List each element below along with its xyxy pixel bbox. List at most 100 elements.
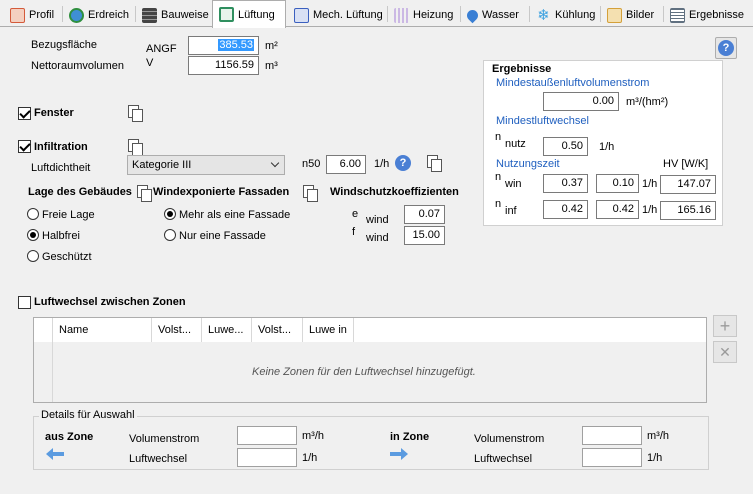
column-header-name[interactable]: Name bbox=[53, 318, 152, 342]
volumen-unit: m³ bbox=[265, 60, 278, 72]
fenster-checkbox[interactable] bbox=[18, 107, 31, 120]
tab-label: Mech. Lüftung bbox=[313, 9, 383, 21]
n-win-symbol: n bbox=[495, 171, 502, 183]
fan-unit-icon bbox=[294, 7, 309, 23]
copy-icon[interactable] bbox=[128, 139, 143, 156]
radio-mehr-als-eine-fassade[interactable] bbox=[164, 208, 176, 220]
image-icon bbox=[607, 7, 622, 23]
e-wind-input[interactable]: 0.07 bbox=[404, 205, 445, 224]
row-header-column bbox=[34, 318, 53, 342]
copy-icon[interactable] bbox=[137, 185, 152, 202]
bezugsflaeche-input[interactable]: 385.53 bbox=[188, 36, 259, 55]
in-zone-label: in Zone bbox=[390, 431, 430, 443]
chevron-down-icon bbox=[270, 158, 280, 168]
tab-heizung[interactable]: Heizung bbox=[388, 3, 460, 27]
zonen-checkbox[interactable] bbox=[18, 296, 31, 309]
e-wind-symbol: e bbox=[352, 208, 359, 220]
fassaden-title: Windexponierte Fassaden bbox=[153, 186, 290, 198]
tab-kuehlung[interactable]: ❄ Kühlung bbox=[530, 3, 600, 27]
n-inf-value-1: 0.42 bbox=[543, 200, 588, 219]
n50-label: n50 bbox=[302, 158, 321, 170]
lage-option-halbfrei: Halbfrei bbox=[42, 230, 80, 242]
help-button[interactable]: ? bbox=[715, 37, 737, 59]
copy-icon[interactable] bbox=[303, 185, 318, 202]
plus-icon: + bbox=[719, 316, 731, 336]
tab-label: Bauweise bbox=[161, 9, 209, 21]
copy-icon[interactable] bbox=[128, 105, 143, 122]
infiltration-label: Infiltration bbox=[34, 141, 88, 153]
aus-volumenstrom-label: Volumenstrom bbox=[129, 433, 200, 445]
n-inf-subscript: inf bbox=[505, 205, 517, 217]
column-header-luftwechsel-1[interactable]: Luwe... bbox=[202, 318, 252, 342]
tab-wasser[interactable]: Wasser bbox=[461, 3, 529, 27]
n50-unit: 1/h bbox=[374, 158, 390, 170]
in-luftwechsel-label: Luftwechsel bbox=[474, 453, 533, 465]
luftdichtheit-label: Luftdichtheit bbox=[31, 162, 91, 174]
bezugsflaeche-symbol: ANGF bbox=[146, 43, 177, 55]
water-drop-icon bbox=[464, 7, 481, 23]
radio-halbfrei[interactable] bbox=[27, 229, 39, 241]
f-wind-symbol: f bbox=[352, 226, 356, 238]
mindest-volumenstrom-value: 0.00 bbox=[543, 92, 619, 111]
zonen-label: Luftwechsel zwischen Zonen bbox=[34, 296, 186, 308]
tab-erdreich[interactable]: Erdreich bbox=[63, 3, 135, 27]
volumen-input[interactable]: 1156.59 bbox=[188, 56, 259, 75]
ergebnisse-title: Ergebnisse bbox=[492, 63, 552, 75]
infiltration-checkbox[interactable] bbox=[18, 140, 31, 153]
in-volumenstrom-input[interactable] bbox=[582, 426, 642, 445]
radio-freie-lage[interactable] bbox=[27, 208, 39, 220]
profile-icon bbox=[10, 7, 25, 23]
tab-label: Lüftung bbox=[238, 8, 275, 21]
tab-profil[interactable]: Profil bbox=[4, 3, 62, 27]
tab-label: Wasser bbox=[482, 9, 519, 21]
mindest-luftwechsel-label: Mindestluftwechsel bbox=[496, 115, 589, 127]
window-icon bbox=[219, 7, 234, 22]
fassaden-option-mehr: Mehr als eine Fassade bbox=[179, 209, 291, 221]
row-header-strip bbox=[34, 342, 53, 402]
tab-ergebnisse[interactable]: Ergebnisse bbox=[664, 3, 753, 27]
tab-bauweise[interactable]: Bauweise bbox=[136, 3, 212, 27]
bezugsflaeche-unit: m² bbox=[265, 40, 278, 52]
n-win-unit: 1/h bbox=[642, 178, 658, 190]
hv-label: HV [W/K] bbox=[663, 158, 709, 170]
tab-lueftung[interactable]: Lüftung bbox=[212, 0, 286, 28]
aus-volumenstrom-input[interactable] bbox=[237, 426, 297, 445]
in-volumenstrom-label: Volumenstrom bbox=[474, 433, 545, 445]
close-icon: ✕ bbox=[719, 344, 731, 360]
luftdichtheit-select[interactable]: Kategorie III bbox=[127, 155, 285, 175]
column-header-volstrom-1[interactable]: Volst... bbox=[152, 318, 202, 342]
n-nutz-subscript: nutz bbox=[505, 138, 526, 150]
f-wind-input[interactable]: 15.00 bbox=[404, 226, 445, 245]
n50-input[interactable]: 6.00 bbox=[326, 155, 366, 174]
add-zone-button[interactable]: + bbox=[713, 315, 737, 337]
n-inf-unit: 1/h bbox=[642, 204, 658, 216]
zonen-table: Name Volst... Luwe... Volst... Luwe in K… bbox=[33, 317, 707, 403]
help-icon[interactable]: ? bbox=[395, 155, 411, 171]
lueftung-panel: Bezugsfläche ANGF 385.53 m² Nettoraumvol… bbox=[0, 27, 753, 494]
tab-mech-lueftung[interactable]: Mech. Lüftung bbox=[288, 3, 384, 27]
aus-zone-label: aus Zone bbox=[45, 431, 94, 443]
tab-label: Ergebnisse bbox=[689, 9, 745, 21]
tab-bilder[interactable]: Bilder bbox=[601, 3, 663, 27]
help-icon: ? bbox=[718, 40, 734, 56]
tab-bar: Profil Erdreich Bauweise Lüftung Mech. L… bbox=[0, 0, 753, 28]
globe-icon bbox=[69, 7, 84, 23]
in-luftwechsel-input[interactable] bbox=[582, 448, 642, 467]
copy-icon[interactable] bbox=[427, 155, 442, 172]
column-header-volstrom-2[interactable]: Volst... bbox=[252, 318, 303, 342]
volumen-label: Nettoraumvolumen bbox=[31, 60, 124, 72]
radio-nur-eine-fassade[interactable] bbox=[164, 229, 176, 241]
radio-geschuetzt[interactable] bbox=[27, 250, 39, 262]
report-icon bbox=[670, 7, 685, 23]
remove-zone-button[interactable]: ✕ bbox=[713, 341, 737, 363]
fenster-label: Fenster bbox=[34, 107, 74, 119]
radiator-icon bbox=[394, 7, 409, 23]
n-win-value-1: 0.37 bbox=[543, 174, 588, 193]
n-nutz-unit: 1/h bbox=[599, 141, 615, 153]
aus-luftwechsel-input[interactable] bbox=[237, 448, 297, 467]
tab-label: Profil bbox=[29, 9, 55, 21]
column-header-luftwechsel-in[interactable]: Luwe in bbox=[303, 318, 354, 342]
fassaden-option-nur-eine: Nur eine Fassade bbox=[179, 230, 266, 242]
f-wind-subscript: wind bbox=[366, 232, 389, 244]
luftdichtheit-selected: Kategorie III bbox=[132, 159, 192, 171]
